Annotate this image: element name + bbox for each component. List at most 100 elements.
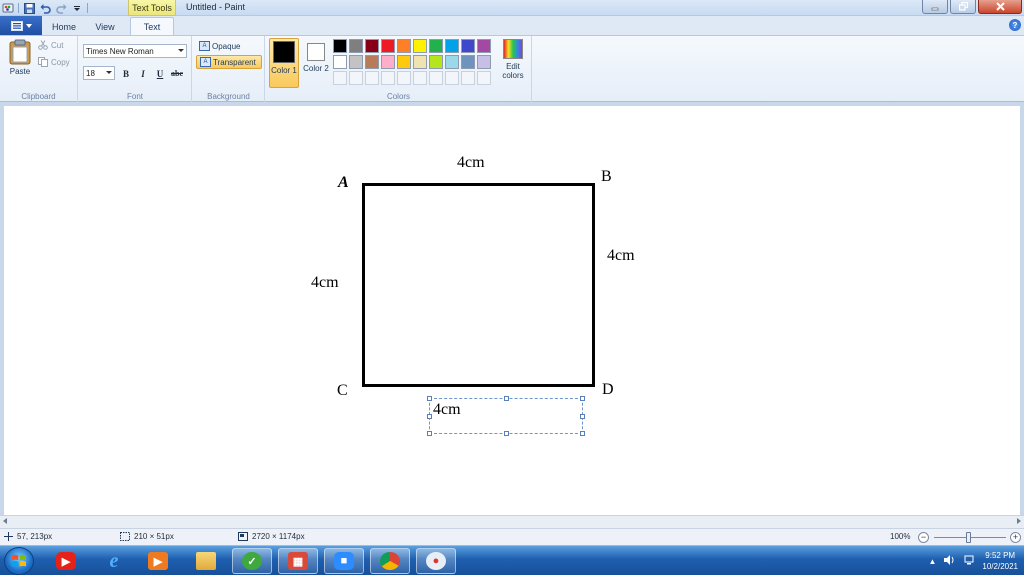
drawing-canvas[interactable]: A B C D 4cm 4cm 4cm 4cm: [4, 106, 1020, 515]
custom-color-slot[interactable]: [413, 71, 427, 85]
paste-icon: [9, 39, 31, 65]
resize-handle-w[interactable]: [427, 414, 432, 419]
resize-handle-s[interactable]: [504, 431, 509, 436]
copy-button[interactable]: Copy: [38, 57, 70, 67]
palette-swatch[interactable]: [445, 39, 459, 53]
tab-view[interactable]: View: [86, 18, 124, 35]
taskbar-photos-app[interactable]: ▦: [278, 548, 318, 574]
tab-home[interactable]: Home: [46, 18, 82, 35]
file-menu-button[interactable]: [0, 16, 42, 35]
help-icon[interactable]: ?: [1009, 19, 1021, 31]
cut-button[interactable]: Cut: [38, 40, 63, 50]
paste-label: Paste: [9, 67, 31, 76]
palette-swatch[interactable]: [349, 39, 363, 53]
palette-swatch[interactable]: [461, 55, 475, 69]
cursor-position: 57, 213px: [4, 532, 52, 541]
selection-size: 210 × 51px: [120, 532, 174, 541]
palette-swatch[interactable]: [477, 39, 491, 53]
resize-handle-n[interactable]: [504, 396, 509, 401]
scroll-right-icon[interactable]: [1017, 518, 1021, 524]
text-box-content[interactable]: 4cm: [433, 401, 461, 419]
palette-swatch[interactable]: [413, 55, 427, 69]
taskbar-internet-explorer[interactable]: e: [94, 548, 134, 574]
scroll-left-icon[interactable]: [3, 518, 7, 524]
custom-color-slot[interactable]: [397, 71, 411, 85]
palette-swatch[interactable]: [333, 55, 347, 69]
zoom-in-button[interactable]: +: [1010, 532, 1021, 543]
system-tray: ▲ 9:52 PM 10/2/2021: [928, 549, 1018, 573]
resize-handle-e[interactable]: [580, 414, 585, 419]
taskbar-zoom[interactable]: ■: [324, 548, 364, 574]
redo-icon[interactable]: [55, 2, 67, 14]
palette-swatch[interactable]: [381, 39, 395, 53]
custom-color-slot[interactable]: [461, 71, 475, 85]
save-icon[interactable]: [23, 2, 35, 14]
minimize-button[interactable]: [922, 0, 948, 14]
italic-button[interactable]: I: [136, 67, 150, 80]
taskbar-paint[interactable]: ●: [416, 548, 456, 574]
scissors-icon: [38, 40, 48, 50]
custom-color-slot[interactable]: [445, 71, 459, 85]
custom-color-slot[interactable]: [349, 71, 363, 85]
color-palette: [333, 39, 491, 85]
paste-button[interactable]: Paste: [6, 39, 34, 81]
palette-swatch[interactable]: [429, 39, 443, 53]
custom-color-slot[interactable]: [333, 71, 347, 85]
edit-colors-button[interactable]: Edit colors: [498, 39, 528, 87]
resize-handle-nw[interactable]: [427, 396, 432, 401]
youtube-icon: ▶: [56, 552, 76, 570]
start-button[interactable]: [4, 547, 34, 575]
show-hidden-icons-icon[interactable]: ▲: [928, 557, 936, 566]
palette-swatch[interactable]: [445, 55, 459, 69]
resize-handle-se[interactable]: [580, 431, 585, 436]
opaque-button[interactable]: A Opaque: [196, 39, 260, 53]
color2-button[interactable]: Color 2: [302, 38, 330, 88]
custom-color-slot[interactable]: [381, 71, 395, 85]
palette-swatch[interactable]: [429, 55, 443, 69]
taskbar-file-explorer[interactable]: [186, 548, 226, 574]
image-size-icon: [238, 532, 248, 541]
green-app-icon: ✓: [242, 552, 262, 570]
active-text-box[interactable]: 4cm: [427, 396, 585, 436]
underline-button[interactable]: U: [153, 67, 167, 80]
horizontal-scrollbar[interactable]: [0, 515, 1024, 528]
ribbon: Paste Cut Copy Clipboard Times New Roman…: [0, 35, 1024, 102]
palette-swatch[interactable]: [333, 39, 347, 53]
palette-swatch[interactable]: [349, 55, 363, 69]
restore-button[interactable]: [950, 0, 976, 14]
strikethrough-button[interactable]: abc: [170, 67, 184, 80]
color1-button[interactable]: Color 1: [269, 38, 299, 88]
taskbar-youtube[interactable]: ▶: [46, 548, 86, 574]
volume-icon[interactable]: [944, 555, 956, 567]
taskbar-clock[interactable]: 9:52 PM 10/2/2021: [982, 550, 1018, 572]
resize-handle-sw[interactable]: [427, 431, 432, 436]
taskbar-media-app[interactable]: ▶: [138, 548, 178, 574]
close-button[interactable]: [978, 0, 1022, 14]
palette-swatch[interactable]: [365, 39, 379, 53]
custom-color-slot[interactable]: [477, 71, 491, 85]
palette-swatch[interactable]: [381, 55, 395, 69]
taskbar-green-app[interactable]: ✓: [232, 548, 272, 574]
palette-swatch[interactable]: [397, 55, 411, 69]
font-family-select[interactable]: Times New Roman: [83, 44, 187, 58]
resize-handle-ne[interactable]: [580, 396, 585, 401]
custom-color-slot[interactable]: [429, 71, 443, 85]
bold-button[interactable]: B: [119, 67, 133, 80]
custom-color-slot[interactable]: [365, 71, 379, 85]
palette-swatch[interactable]: [397, 39, 411, 53]
zoom-out-button[interactable]: −: [918, 532, 929, 543]
paint-app-icon[interactable]: [2, 2, 14, 14]
undo-icon[interactable]: [39, 2, 51, 14]
palette-swatch[interactable]: [477, 55, 491, 69]
font-size-select[interactable]: 18: [83, 66, 115, 80]
customize-qat-icon[interactable]: [71, 2, 83, 14]
network-icon[interactable]: [964, 555, 974, 567]
tab-text[interactable]: Text: [130, 17, 174, 35]
palette-swatch[interactable]: [461, 39, 475, 53]
palette-swatch[interactable]: [365, 55, 379, 69]
clock-time: 9:52 PM: [985, 551, 1016, 560]
zoom-slider-thumb[interactable]: [966, 532, 971, 543]
transparent-button[interactable]: A Transparent: [196, 55, 262, 69]
palette-swatch[interactable]: [413, 39, 427, 53]
taskbar-chrome[interactable]: [370, 548, 410, 574]
